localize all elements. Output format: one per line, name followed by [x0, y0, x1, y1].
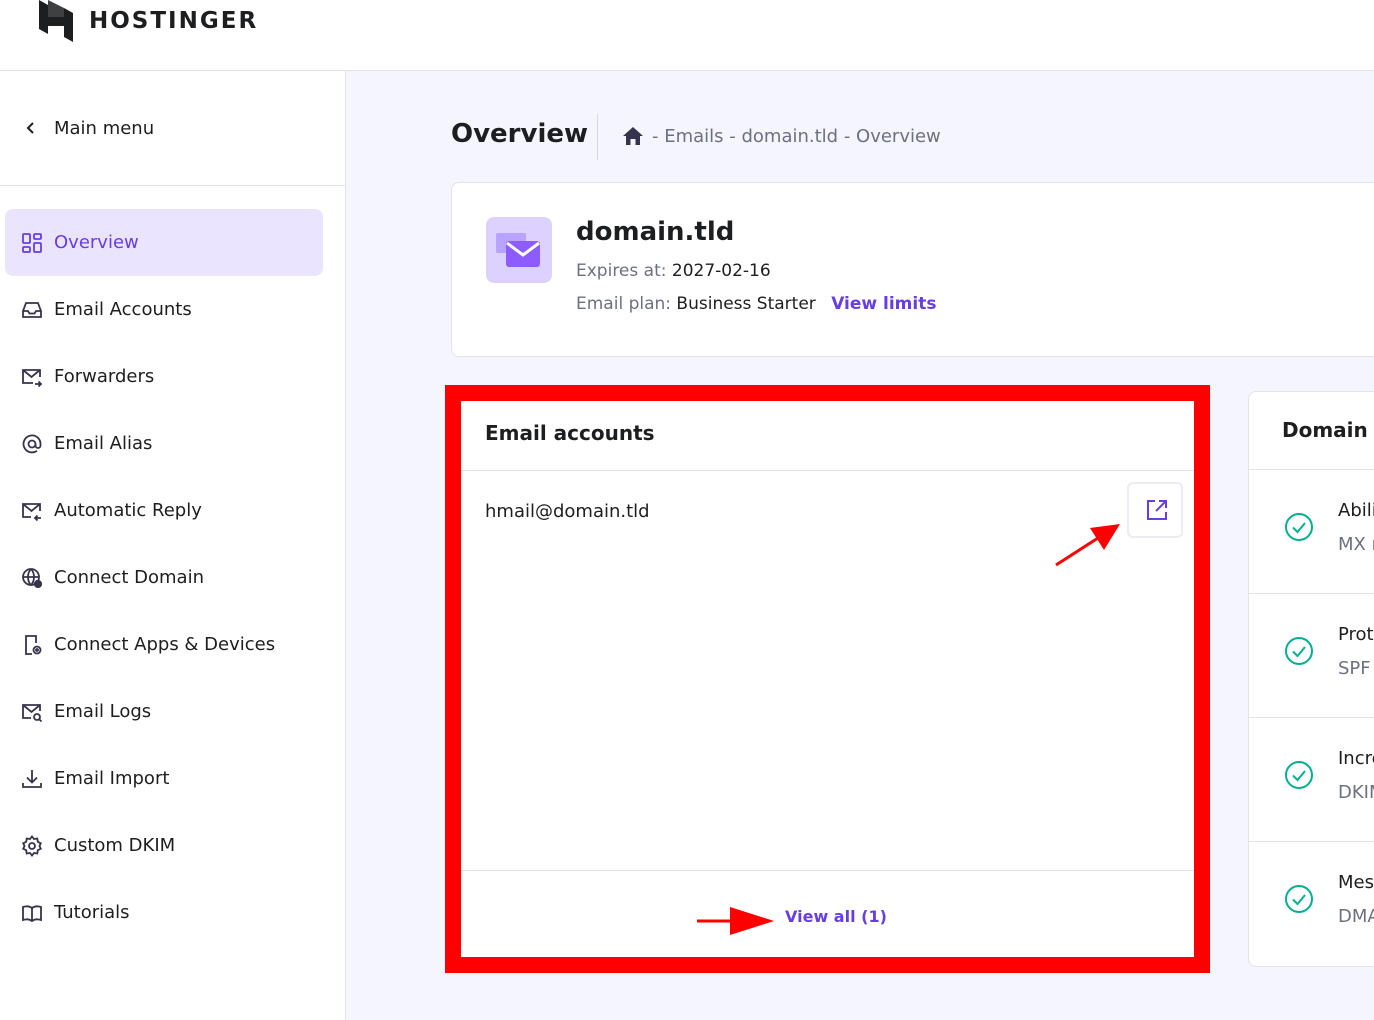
sidebar-item-label: Connect Apps & Devices: [54, 634, 276, 655]
forward-mail-icon: [22, 368, 43, 387]
inbox-icon: [22, 301, 42, 318]
annotation-highlight-box: Email accounts hmail@domain.tld View all…: [445, 385, 1210, 973]
external-link-icon: [1147, 500, 1167, 520]
expires-value: 2027-02-16: [671, 261, 771, 281]
sidebar-item-label: Tutorials: [54, 902, 130, 923]
check-circle-icon: [1285, 761, 1313, 789]
status-subtitle: DKIM: [1338, 782, 1374, 803]
domain-name: domain.tld: [576, 217, 735, 247]
status-title: Abili: [1338, 500, 1374, 521]
main-content: Overview - Emails - domain.tld - Overvie…: [346, 71, 1374, 1020]
view-limits-link[interactable]: View limits: [831, 294, 936, 314]
grid-icon: [22, 232, 42, 253]
sidebar-item-label: Forwarders: [54, 366, 155, 387]
check-circle-icon: [1285, 885, 1313, 913]
sidebar-item-connect-domain[interactable]: Connect Domain: [5, 544, 323, 611]
sidebar-item-label: Email Logs: [54, 701, 152, 722]
main-menu-label: Main menu: [54, 117, 155, 139]
email-domain-icon: [486, 217, 552, 283]
sidebar-item-label: Connect Domain: [54, 567, 204, 588]
at-icon: [22, 434, 42, 453]
domain-status-header: Domain s: [1249, 392, 1374, 470]
expires-label: Expires at:: [576, 261, 667, 281]
open-webmail-button[interactable]: [1127, 482, 1183, 538]
domain-expiry: Expires at: 2027-02-16: [576, 261, 771, 281]
home-icon[interactable]: [622, 125, 644, 147]
hostinger-logo-icon: [39, 0, 73, 42]
status-subtitle: MX r: [1338, 534, 1374, 555]
main-menu-back-button[interactable]: Main menu: [0, 71, 345, 186]
sidebar-item-email-accounts[interactable]: Email Accounts: [5, 276, 323, 343]
sidebar-item-label: Email Accounts: [54, 299, 192, 320]
envelope-icon: [496, 233, 540, 267]
sidebar-nav: Overview Email Accounts Forwarders Email…: [5, 209, 323, 946]
sidebar-item-email-import[interactable]: Email Import: [5, 745, 323, 812]
breadcrumb-path[interactable]: - Emails - domain.tld - Overview: [652, 126, 941, 147]
view-all-link[interactable]: View all (1): [785, 907, 887, 926]
check-circle-icon: [1285, 513, 1313, 541]
sidebar-item-connect-apps[interactable]: Connect Apps & Devices: [5, 611, 323, 678]
sidebar-item-overview[interactable]: Overview: [5, 209, 323, 276]
sidebar-item-forwarders[interactable]: Forwarders: [5, 343, 323, 410]
status-row: Mes DMA: [1249, 842, 1374, 966]
hostinger-logo[interactable]: HOSTINGER: [37, 0, 258, 42]
email-accounts-title: Email accounts: [485, 421, 655, 445]
sidebar-item-label: Automatic Reply: [54, 500, 202, 521]
book-icon: [22, 904, 42, 922]
status-title: Mes: [1338, 872, 1374, 893]
status-title: Incre: [1338, 748, 1374, 769]
check-circle-icon: [1285, 637, 1313, 665]
email-accounts-card: Email accounts hmail@domain.tld View all…: [461, 401, 1194, 957]
email-plan: Email plan: Business Starter View limits: [576, 294, 936, 314]
globe-settings-icon: [22, 567, 43, 588]
sidebar-item-label: Overview: [54, 232, 139, 253]
reply-mail-icon: [22, 502, 41, 521]
status-row: Incre DKIM: [1249, 718, 1374, 842]
sidebar-item-email-logs[interactable]: Email Logs: [5, 678, 323, 745]
top-header: HOSTINGER: [0, 0, 1374, 71]
download-icon: [22, 769, 42, 788]
sidebar-item-email-alias[interactable]: Email Alias: [5, 410, 323, 477]
status-title: Prot: [1338, 624, 1374, 645]
plan-value: Business Starter: [676, 294, 816, 314]
mail-search-icon: [22, 703, 43, 722]
domain-info-card: domain.tld Expires at: 2027-02-16 Email …: [451, 182, 1374, 357]
sidebar-item-label: Email Import: [54, 768, 170, 789]
sidebar-item-label: Email Alias: [54, 433, 153, 454]
email-accounts-footer: View all (1): [461, 870, 1194, 957]
plan-label: Email plan:: [576, 294, 672, 314]
status-row: Abili MX r: [1249, 470, 1374, 594]
gear-icon: [22, 834, 42, 857]
chevron-left-icon: [26, 122, 34, 134]
sidebar-item-automatic-reply[interactable]: Automatic Reply: [5, 477, 323, 544]
email-account-address: hmail@domain.tld: [485, 501, 650, 522]
sidebar-item-custom-dkim[interactable]: Custom DKIM: [5, 812, 323, 879]
title-divider: [597, 114, 598, 160]
page-title: Overview: [451, 119, 589, 149]
status-subtitle: DMA: [1338, 906, 1374, 927]
sidebar-item-tutorials[interactable]: Tutorials: [5, 879, 323, 946]
email-accounts-header: Email accounts: [461, 401, 1194, 471]
sidebar-item-label: Custom DKIM: [54, 835, 176, 856]
status-row: Prot SPF: [1249, 594, 1374, 718]
domain-status-card: Domain s Abili MX r Prot SPF Incre DKIM …: [1248, 391, 1374, 967]
device-settings-icon: [25, 634, 42, 655]
brand-name: HOSTINGER: [89, 8, 259, 34]
domain-status-title: Domain s: [1282, 418, 1374, 442]
status-subtitle: SPF: [1338, 658, 1371, 679]
sidebar: Main menu Overview Email Accounts Forwar…: [0, 71, 346, 1020]
breadcrumb: - Emails - domain.tld - Overview: [622, 125, 941, 147]
